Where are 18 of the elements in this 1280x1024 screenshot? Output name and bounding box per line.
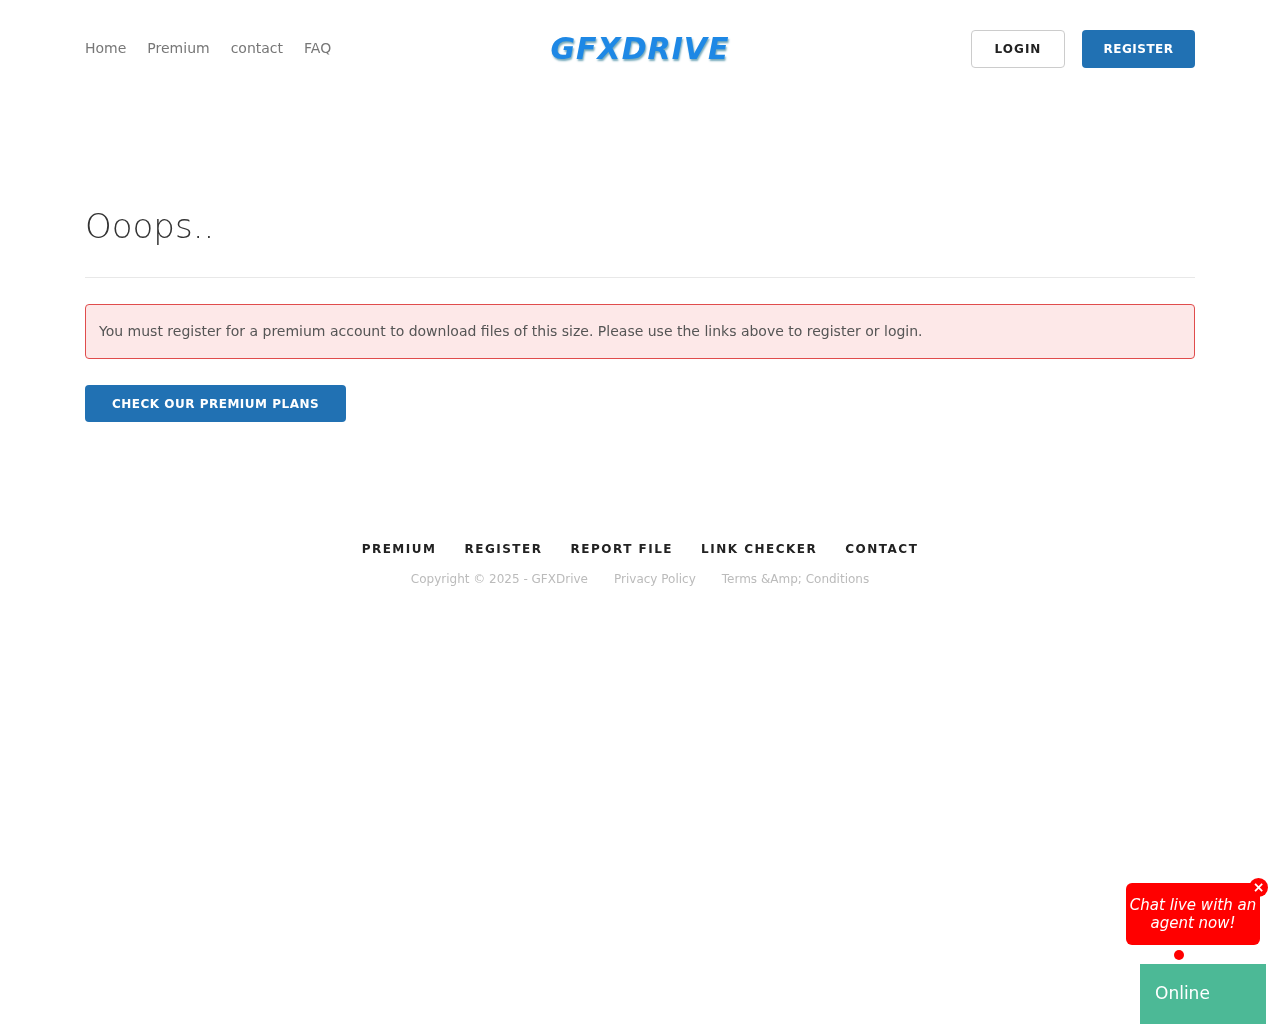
footer-link[interactable]: CONTACT bbox=[845, 540, 919, 558]
error-alert: You must register for a premium account to download files of this size. Please use the links above to register or login. bbox=[85, 304, 1195, 359]
nav-link[interactable]: Home bbox=[85, 38, 127, 59]
footer-link[interactable]: REPORT FILE bbox=[570, 540, 673, 558]
nav-link[interactable]: FAQ bbox=[304, 38, 332, 59]
close-button[interactable]: × bbox=[1249, 878, 1268, 897]
nav-link[interactable]: Premium bbox=[147, 38, 210, 59]
page-title: Ooops.. bbox=[85, 201, 1195, 278]
footer-link[interactable]: PREMIUM bbox=[361, 540, 437, 558]
premium-plans-button[interactable]: CHECK OUR PREMIUM PLANS bbox=[85, 385, 347, 422]
site-logo[interactable]: GFXDRIVE bbox=[550, 26, 730, 71]
chat-status-button[interactable]: Online bbox=[1140, 964, 1266, 1024]
footer-link[interactable]: REGISTER bbox=[464, 540, 543, 558]
login-button[interactable]: LOGIN bbox=[971, 29, 1065, 68]
footer-link[interactable]: LINK CHECKER bbox=[701, 540, 818, 558]
copyright-text: Copyright © 2025 - GFXDrive bbox=[410, 571, 588, 588]
register-button[interactable]: REGISTER bbox=[1082, 29, 1195, 68]
nav-link[interactable]: contact bbox=[230, 38, 284, 59]
